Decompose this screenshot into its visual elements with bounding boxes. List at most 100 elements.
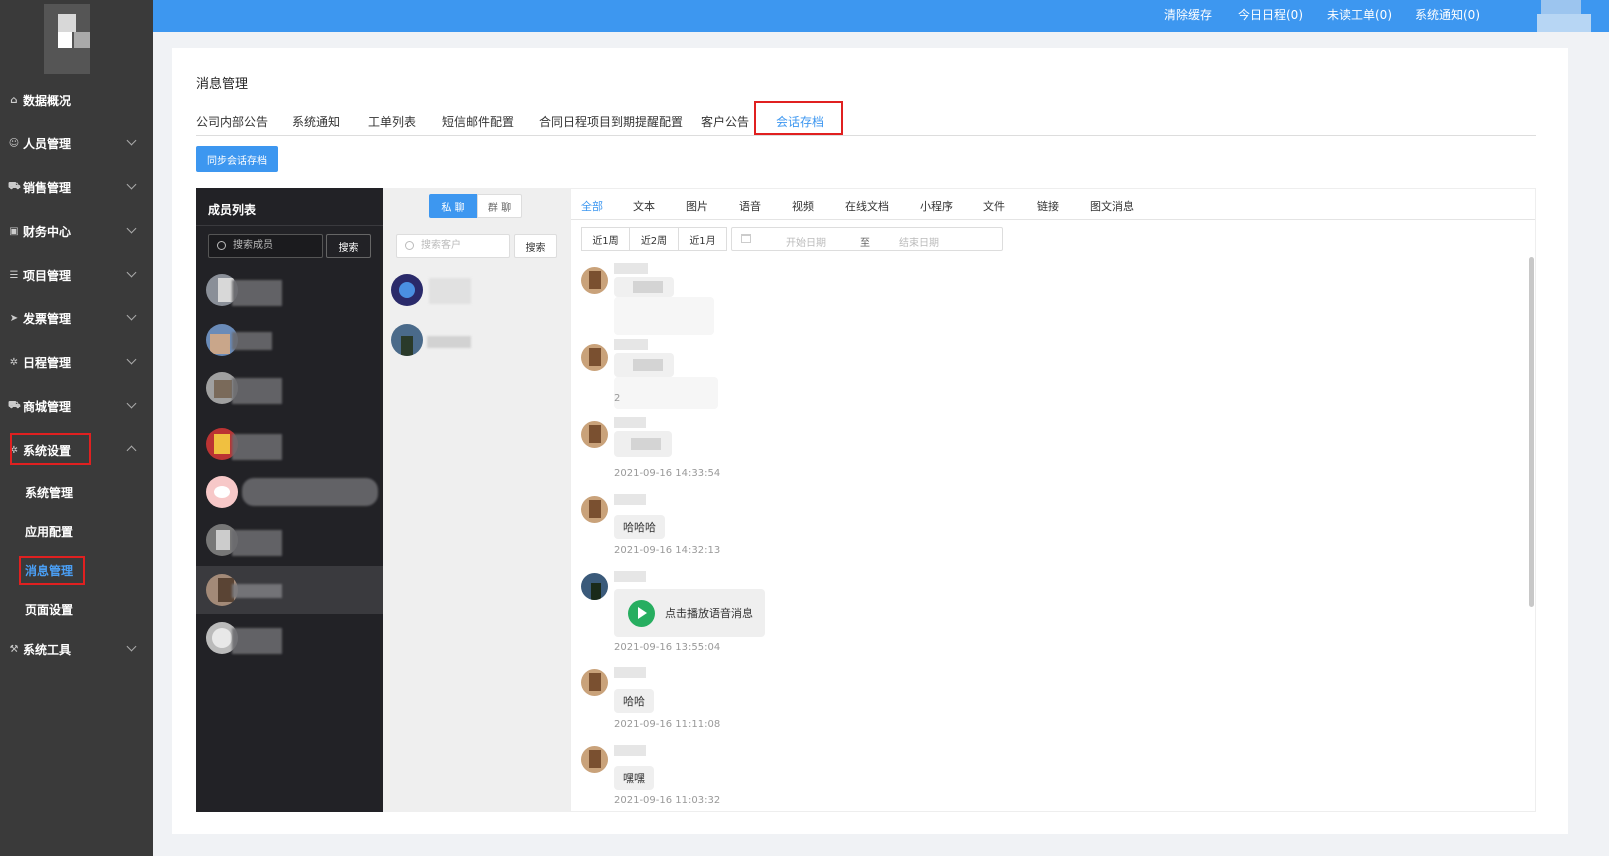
- tab-system-notice[interactable]: 系统通知: [292, 113, 340, 130]
- member-row[interactable]: [196, 518, 383, 566]
- sidebar-item-mall[interactable]: ⛟ 商城管理: [0, 388, 153, 424]
- tab-sms-email-config[interactable]: 短信邮件配置: [442, 113, 514, 130]
- sidebar-item-personnel[interactable]: ☺ 人员管理: [0, 125, 153, 161]
- member-name-redacted: [232, 530, 282, 556]
- sync-archive-button[interactable]: 同步会话存档: [196, 146, 278, 172]
- member-search-button[interactable]: 搜索: [326, 234, 371, 258]
- unread-tickets-link[interactable]: 未读工单(0): [1327, 6, 1392, 23]
- customer-row[interactable]: [383, 270, 570, 318]
- sidebar-sub-page-settings[interactable]: 页面设置: [25, 601, 73, 618]
- member-row[interactable]: [196, 318, 383, 366]
- sidebar-item-finance[interactable]: ▣ 财务中心: [0, 213, 153, 249]
- sidebar-item-label: 项目管理: [23, 268, 72, 283]
- group-chat-tab[interactable]: 群 聊: [477, 194, 522, 218]
- sidebar-sub-message-manage[interactable]: 消息管理: [25, 562, 73, 579]
- avatar: [391, 324, 423, 356]
- range-2-weeks-button[interactable]: 近2周: [629, 227, 679, 251]
- voice-message-bubble[interactable]: 点击播放语音消息: [614, 589, 765, 637]
- chevron-down-icon: [126, 267, 137, 278]
- chevron-down-icon: [126, 354, 137, 365]
- clear-cache-link[interactable]: 清除缓存: [1164, 6, 1212, 23]
- sidebar-item-projects[interactable]: ☰ 项目管理: [0, 257, 153, 293]
- avatar: [581, 421, 608, 448]
- member-name-redacted: [242, 478, 378, 506]
- tab-session-archive[interactable]: 会话存档: [776, 113, 824, 130]
- chevron-down-icon: [126, 641, 137, 652]
- search-icon: [217, 241, 226, 250]
- sender-name-redacted: [614, 417, 646, 428]
- message-bubble: 嘿嘿: [614, 766, 654, 790]
- tab-ticket-list[interactable]: 工单列表: [368, 113, 416, 130]
- filter-image[interactable]: 图片: [686, 198, 708, 214]
- system-notice-link[interactable]: 系统通知(0): [1415, 6, 1480, 23]
- filter-all[interactable]: 全部: [581, 198, 603, 214]
- date-range-picker[interactable]: 开始日期 至 结束日期: [731, 227, 1003, 251]
- filter-online-doc[interactable]: 在线文档: [845, 198, 889, 214]
- avatar: [581, 344, 608, 371]
- member-search-input[interactable]: 搜索成员: [208, 234, 323, 258]
- customer-name-redacted: [429, 278, 471, 304]
- customer-search-button[interactable]: 搜索: [514, 234, 557, 258]
- logo: [44, 4, 90, 74]
- member-row[interactable]: [196, 616, 383, 664]
- member-row[interactable]: [196, 422, 383, 470]
- avatar: [581, 267, 608, 294]
- customer-row[interactable]: [383, 320, 570, 368]
- main-panel: 消息管理 公司内部公告 系统通知 工单列表 短信邮件配置 合同日程项目到期提醒配…: [172, 48, 1568, 834]
- tab-bar: 公司内部公告 系统通知 工单列表 短信邮件配置 合同日程项目到期提醒配置 客户公…: [196, 110, 1536, 136]
- filter-file[interactable]: 文件: [983, 198, 1005, 214]
- sidebar-sub-app-config[interactable]: 应用配置: [25, 523, 73, 540]
- avatar: [581, 496, 608, 523]
- sender-name-redacted: [614, 339, 648, 350]
- sender-name-redacted: [614, 745, 646, 756]
- search-icon: [405, 241, 414, 250]
- filter-rich-message[interactable]: 图文消息: [1090, 198, 1134, 214]
- tab-internal-announcement[interactable]: 公司内部公告: [196, 113, 268, 130]
- sidebar-item-system-settings[interactable]: ✲ 系统设置: [0, 432, 153, 468]
- gear-icon: ✲: [9, 356, 19, 368]
- date-separator: 至: [860, 238, 870, 249]
- sidebar-item-invoices[interactable]: ➤ 发票管理: [0, 300, 153, 336]
- filter-voice[interactable]: 语音: [739, 198, 761, 214]
- customer-search-input[interactable]: 搜索客户: [396, 234, 510, 258]
- money-icon: ▣: [9, 225, 19, 237]
- message-bubble: [614, 377, 718, 409]
- voice-message-label: 点击播放语音消息: [665, 607, 753, 620]
- chevron-down-icon: [126, 223, 137, 234]
- list-icon: ☰: [9, 269, 19, 281]
- gear-icon: ✲: [9, 444, 19, 456]
- member-row[interactable]: [196, 268, 383, 316]
- tab-expiry-reminder-config[interactable]: 合同日程项目到期提醒配置: [539, 113, 683, 130]
- filter-mini-program[interactable]: 小程序: [920, 198, 953, 214]
- message-timestamp: 2021-09-16 13:55:04: [614, 642, 721, 653]
- today-schedule-link[interactable]: 今日日程(0): [1238, 6, 1303, 23]
- message-timestamp: 2021-09-16 14:32:13: [614, 545, 721, 556]
- chevron-down-icon: [126, 398, 137, 409]
- member-row-selected[interactable]: [196, 566, 383, 614]
- filter-video[interactable]: 视频: [792, 198, 814, 214]
- customer-list-panel: 私 聊 群 聊 搜索客户 搜索: [383, 188, 570, 812]
- filter-link[interactable]: 链接: [1037, 198, 1059, 214]
- member-name-redacted: [232, 628, 282, 654]
- sidebar-item-system-tools[interactable]: ⚒ 系统工具: [0, 631, 153, 667]
- sidebar-sub-system-manage[interactable]: 系统管理: [25, 484, 73, 501]
- message-scrollbar[interactable]: [1529, 257, 1534, 607]
- range-1-week-button[interactable]: 近1周: [581, 227, 630, 251]
- range-1-month-button[interactable]: 近1月: [678, 227, 727, 251]
- tab-customer-announcement[interactable]: 客户公告: [701, 113, 749, 130]
- play-icon[interactable]: [628, 599, 655, 627]
- sidebar-item-dashboard[interactable]: ⌂ 数据概况: [0, 82, 153, 118]
- member-row[interactable]: [196, 366, 383, 414]
- sidebar-item-sales[interactable]: ⛟ 销售管理: [0, 169, 153, 205]
- avatar: [581, 573, 608, 600]
- sidebar-item-schedule[interactable]: ✲ 日程管理: [0, 344, 153, 380]
- member-name-redacted: [232, 332, 272, 350]
- private-chat-tab[interactable]: 私 聊: [429, 194, 477, 218]
- filter-text[interactable]: 文本: [633, 198, 655, 214]
- member-row[interactable]: [196, 470, 383, 518]
- chevron-down-icon: [126, 179, 137, 190]
- message-panel: 全部 文本 图片 语音 视频 在线文档 小程序 文件 链接 图文消息 近1周 近…: [570, 188, 1536, 812]
- home-icon: ⌂: [10, 94, 18, 106]
- message-timestamp: 2021-09-16 11:03:32: [614, 795, 721, 806]
- user-avatar[interactable]: [1537, 0, 1591, 32]
